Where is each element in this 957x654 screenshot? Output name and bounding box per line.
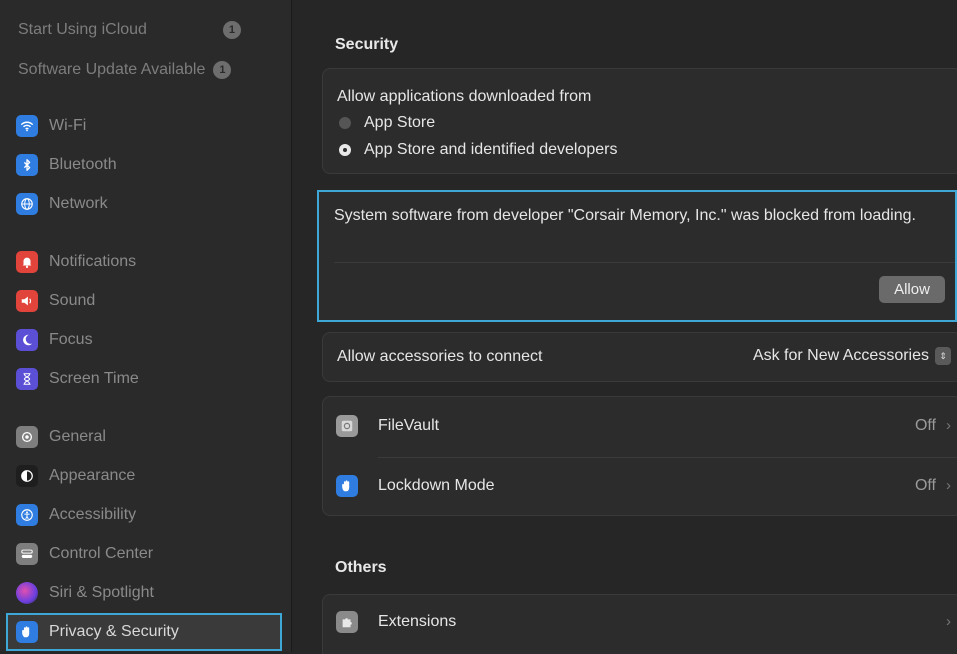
sidebar-item-label: Focus	[49, 331, 93, 348]
sidebar: Start Using iCloud 1 Software Update Ava…	[0, 0, 292, 652]
accessibility-icon	[16, 504, 38, 526]
radio-app-store-identified-label[interactable]: App Store and identified developers	[364, 141, 618, 159]
extensions-chevron: ›	[936, 613, 951, 631]
moon-icon	[16, 329, 38, 351]
control-center-icon	[16, 543, 38, 565]
sidebar-item-label: Wi-Fi	[49, 117, 87, 134]
sidebar-item-siri-spotlight[interactable]: Siri & Spotlight	[10, 577, 278, 609]
chevron-right-icon: ›	[946, 477, 951, 494]
sidebar-item-label: Screen Time	[49, 370, 139, 387]
security-section-title: Security	[335, 36, 399, 53]
accessories-label: Allow accessories to connect	[337, 348, 543, 365]
sidebar-item-label: Sound	[49, 292, 96, 309]
siri-icon	[16, 582, 38, 604]
radio-app-store-label[interactable]: App Store	[364, 114, 435, 132]
sidebar-item-label: General	[49, 428, 106, 445]
hand-icon	[16, 621, 38, 643]
allow-apps-panel: Allow applications downloaded from App S…	[322, 68, 957, 174]
puzzle-icon	[336, 611, 358, 633]
lockdown-value: Off	[914, 477, 936, 494]
notification-badge: 1	[213, 61, 232, 79]
sidebar-item-label: Accessibility	[49, 506, 137, 523]
globe-icon	[16, 193, 38, 215]
sidebar-item-label: Bluetooth	[49, 156, 117, 173]
speaker-icon	[16, 290, 38, 312]
sidebar-item-label: Control Center	[49, 545, 154, 562]
sidebar-item-label: Appearance	[49, 467, 136, 484]
sidebar-item-general[interactable]: General	[10, 421, 278, 453]
sidebar-item-privacy-security[interactable]: Privacy & Security	[6, 613, 282, 651]
bell-icon	[16, 251, 38, 273]
accessories-select[interactable]: Ask for New Accessories ⇕	[753, 347, 951, 365]
sidebar-item-focus[interactable]: Focus	[10, 324, 278, 356]
sidebar-item-sound[interactable]: Sound	[10, 285, 278, 317]
sidebar-item-label: Network	[49, 195, 108, 212]
divider	[378, 457, 957, 458]
filevault-icon	[336, 415, 358, 437]
sidebar-item-notifications[interactable]: Notifications	[10, 246, 278, 278]
sidebar-item-control-center[interactable]: Control Center	[10, 538, 278, 570]
radio-app-store-identified[interactable]	[339, 144, 351, 156]
sidebar-item-appearance[interactable]: Appearance	[10, 460, 278, 492]
sidebar-item-bluetooth[interactable]: Bluetooth	[10, 149, 278, 181]
blocked-software-message: System software from developer "Corsair …	[334, 207, 916, 224]
extensions-panel[interactable]: Extensions ›	[322, 594, 957, 654]
wifi-icon	[16, 115, 38, 137]
sidebar-item-wifi[interactable]: Wi-Fi	[10, 110, 278, 142]
sidebar-item-label: Software Update Available	[18, 61, 206, 78]
filevault-status[interactable]: Off ›	[915, 417, 951, 435]
sidebar-item-network[interactable]: Network	[10, 188, 278, 220]
lockdown-label: Lockdown Mode	[378, 477, 495, 494]
notification-badge: 1	[222, 21, 241, 39]
sidebar-item-label: Notifications	[49, 253, 137, 270]
gear-icon	[16, 426, 38, 448]
accessories-select-value: Ask for New Accessories	[752, 347, 929, 365]
hourglass-icon	[16, 368, 38, 390]
hand-icon	[336, 475, 358, 497]
allow-apps-label: Allow applications downloaded from	[337, 88, 592, 105]
accessories-panel: Allow accessories to connect Ask for New…	[322, 332, 957, 382]
filevault-label: FileVault	[378, 417, 440, 434]
others-section-title: Others	[335, 559, 387, 576]
divider	[334, 262, 955, 263]
sidebar-item-software-update[interactable]: Software Update Available 1	[18, 59, 232, 81]
filevault-value: Off	[914, 417, 936, 434]
chevron-right-icon: ›	[946, 417, 951, 434]
bluetooth-icon	[16, 154, 38, 176]
filevault-lockdown-panel: FileVault Off › Lockdown Mode Off ›	[322, 396, 957, 516]
sidebar-item-label: Siri & Spotlight	[49, 584, 154, 601]
sidebar-item-accessibility[interactable]: Accessibility	[10, 499, 278, 531]
stepper-icon: ⇕	[935, 347, 951, 365]
sidebar-item-label: Start Using iCloud	[18, 21, 147, 38]
radio-app-store[interactable]	[339, 117, 351, 129]
sidebar-item-label: Privacy & Security	[49, 623, 179, 640]
main-content: Security Allow applications downloaded f…	[293, 0, 957, 654]
blocked-software-panel: System software from developer "Corsair …	[317, 190, 957, 322]
sidebar-item-screen-time[interactable]: Screen Time	[10, 363, 278, 395]
sidebar-item-icloud[interactable]: Start Using iCloud 1	[18, 19, 241, 41]
appearance-icon	[16, 465, 38, 487]
chevron-right-icon: ›	[946, 613, 951, 630]
allow-button[interactable]: Allow	[879, 276, 945, 303]
lockdown-status[interactable]: Off ›	[915, 477, 951, 495]
extensions-label: Extensions	[378, 613, 457, 630]
